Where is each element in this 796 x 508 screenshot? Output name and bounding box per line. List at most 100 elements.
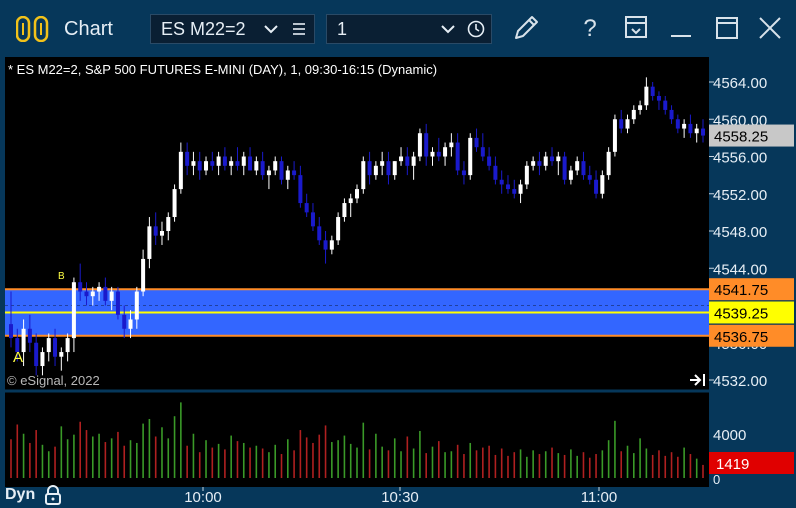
dyn-label[interactable]: Dyn <box>5 486 35 504</box>
candle-body <box>531 161 536 166</box>
candle-body <box>430 151 435 157</box>
candle-body <box>594 179 599 194</box>
price-tick-label: 4564.00 <box>713 75 767 92</box>
candle-body <box>537 161 542 166</box>
chart-window: Chart ES M22=2 1 ? 4564.00 4560.00 4556.… <box>0 0 796 508</box>
candle-body <box>248 156 253 171</box>
candle-body <box>688 123 693 134</box>
candle-body <box>185 151 190 166</box>
candle-body <box>204 161 209 171</box>
candle-body <box>355 189 359 199</box>
volume-label-text: 1419 <box>716 456 749 473</box>
candle-body <box>109 291 114 301</box>
price-label-text: 4536.75 <box>714 329 768 346</box>
candle-body <box>235 161 240 166</box>
candle-body <box>550 156 555 162</box>
candle-body <box>141 258 146 292</box>
candle-body <box>336 217 341 241</box>
candle-body <box>373 165 378 176</box>
price-label-text: 4539.25 <box>714 305 768 322</box>
candle-body <box>581 161 586 176</box>
time-tick-label: 11:00 <box>581 489 617 506</box>
candle-body <box>461 170 466 176</box>
candle-body <box>241 156 246 166</box>
candle-body <box>304 203 309 213</box>
candle-body <box>103 286 108 301</box>
candle-body <box>518 184 523 194</box>
candle-body <box>115 291 120 315</box>
candle-body <box>644 86 649 106</box>
candle-body <box>405 156 410 166</box>
candle-body <box>656 95 661 101</box>
candle-body <box>399 156 404 162</box>
candle-body <box>468 137 473 176</box>
candle-body <box>329 240 334 250</box>
candle-body <box>455 142 460 171</box>
candle-body <box>417 133 422 157</box>
candle-body <box>474 137 479 148</box>
candle-body <box>499 179 504 185</box>
price-label-text: 4541.75 <box>714 282 768 299</box>
candle-body <box>367 161 372 176</box>
time-tick-label: 10:00 <box>184 489 222 506</box>
candle-body <box>46 338 51 353</box>
candle-body <box>694 128 699 134</box>
candle-body <box>480 147 485 157</box>
candle-body <box>424 133 429 157</box>
candle-body <box>612 119 617 152</box>
candle-body <box>606 151 611 176</box>
candle-body <box>172 189 177 218</box>
candle-body <box>675 119 680 129</box>
candle-body <box>443 147 448 157</box>
volume-tick-label: 4000 <box>713 427 746 444</box>
candle-body <box>317 226 322 241</box>
candle-body <box>254 161 259 171</box>
candle-body <box>34 342 39 367</box>
candle-body <box>285 170 290 180</box>
lock-icon[interactable] <box>43 484 63 506</box>
chart-header: * ES M22=2, S&P 500 FUTURES E-MINI (DAY)… <box>8 62 438 77</box>
marker-a: A <box>13 349 23 366</box>
candle-body <box>600 175 605 194</box>
volume-tick-label: 0 <box>713 472 720 487</box>
candle-body <box>575 161 580 171</box>
candle-body <box>216 156 221 166</box>
candle-body <box>493 165 498 180</box>
candle-body <box>411 156 416 166</box>
candle-body <box>505 184 510 190</box>
candle-body <box>78 282 83 292</box>
price-label-text: 4558.25 <box>714 129 768 146</box>
candle-body <box>97 286 102 292</box>
candle-body <box>663 100 668 110</box>
candle-body <box>436 151 441 157</box>
candle-body <box>53 338 58 357</box>
candle-body <box>292 170 297 176</box>
candle-body <box>512 189 517 194</box>
candle-body <box>392 161 397 176</box>
candle-body <box>625 119 630 129</box>
candle-body <box>134 291 139 320</box>
candle-body <box>701 128 705 136</box>
candle-body <box>650 86 655 96</box>
price-tick-label: 4532.00 <box>713 373 767 390</box>
candle-body <box>449 142 454 148</box>
candle-body <box>310 212 315 227</box>
copyright-text: © eSignal, 2022 <box>7 373 100 388</box>
candle-body <box>562 156 567 180</box>
candle-body <box>298 175 303 204</box>
candle-body <box>361 161 366 190</box>
candle-body <box>59 352 64 357</box>
candle-body <box>348 198 353 204</box>
candle-body <box>279 161 284 180</box>
scroll-to-end-icon[interactable] <box>689 373 707 387</box>
candle-body <box>273 161 278 171</box>
price-tick-label: 4556.00 <box>713 150 767 167</box>
candle-body <box>682 123 687 129</box>
price-tick-label: 4552.00 <box>713 187 767 204</box>
candle-body <box>178 151 183 190</box>
marker-b: B <box>58 271 65 282</box>
candle-body <box>166 217 171 231</box>
candle-body <box>342 203 347 218</box>
candle-body <box>229 161 234 166</box>
candle-body <box>27 328 32 343</box>
